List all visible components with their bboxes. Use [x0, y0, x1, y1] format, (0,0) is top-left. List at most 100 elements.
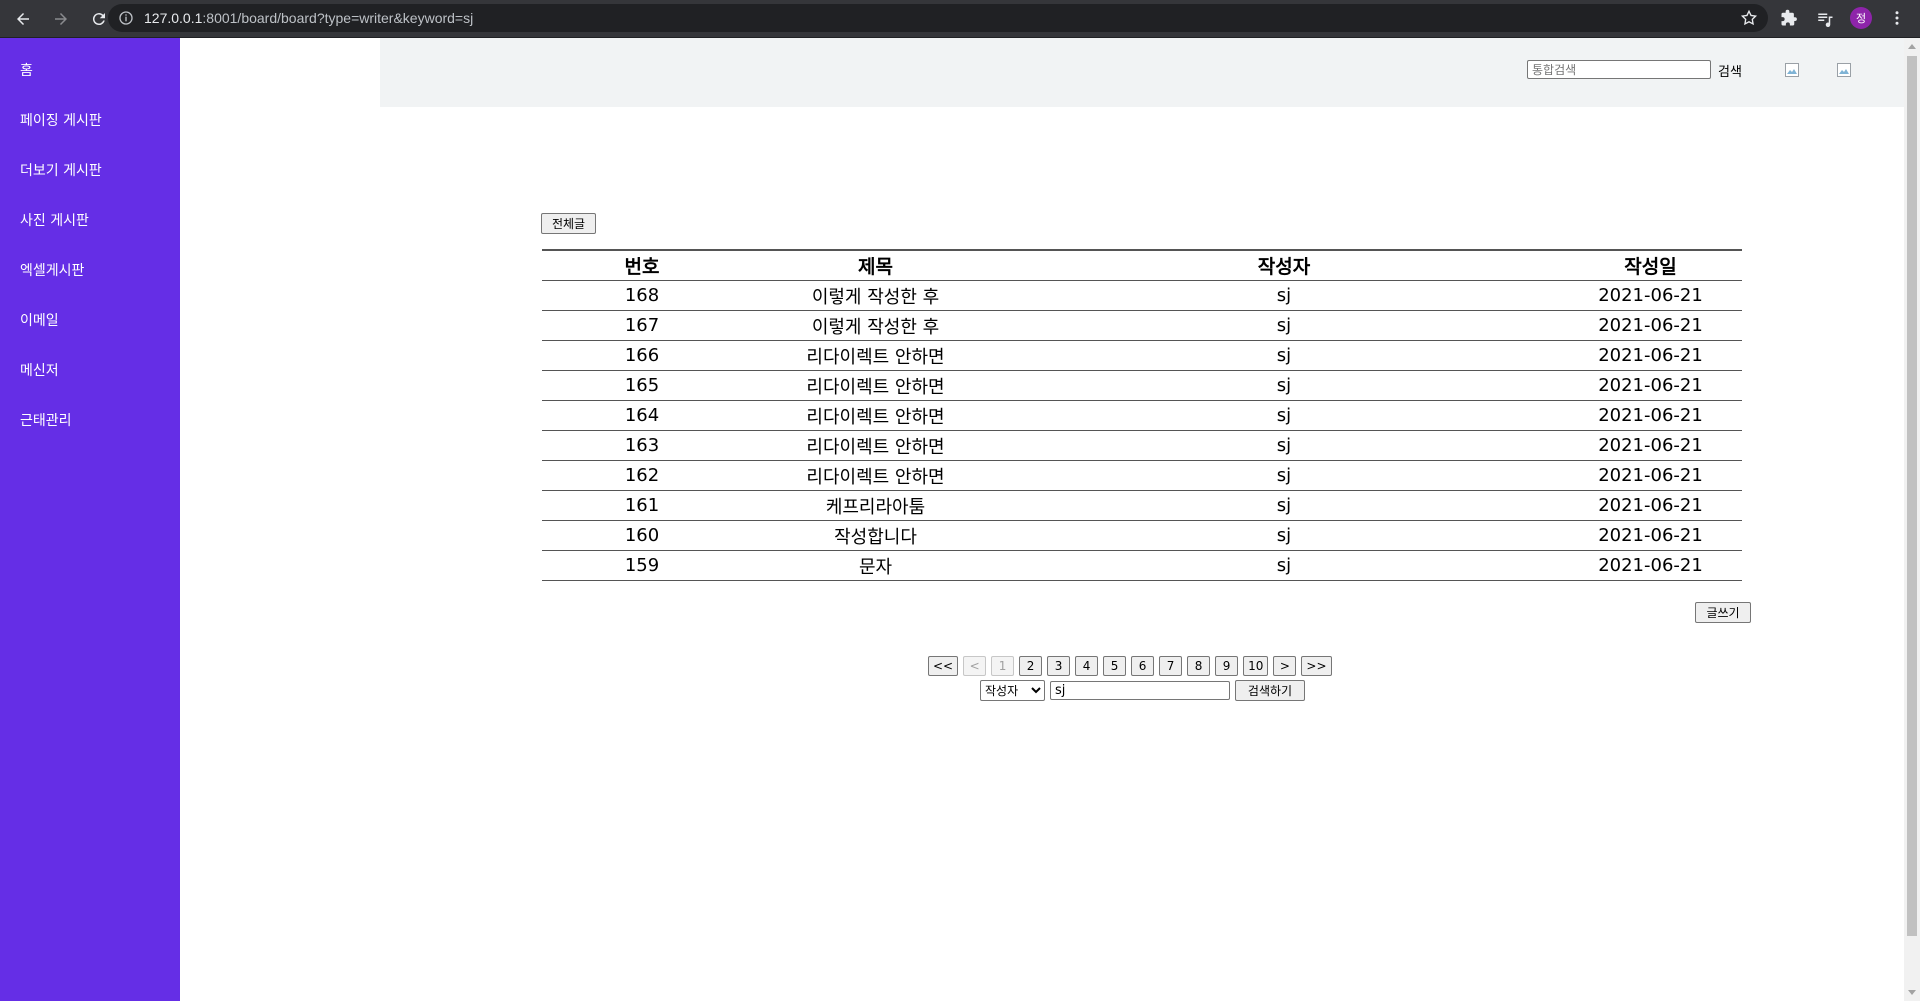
- sidebar-item-photo-board[interactable]: 사진 게시판: [20, 210, 89, 230]
- url-text[interactable]: 127.0.0.1:8001/board/board?type=writer&k…: [144, 10, 473, 26]
- scroll-down-arrow-icon[interactable]: [1908, 990, 1916, 995]
- post-title[interactable]: 작성합니다: [742, 520, 1009, 551]
- page-scrollbar[interactable]: [1904, 38, 1920, 1001]
- table-row: 164 리다이렉트 안하면 sj 2021-06-21: [542, 400, 1742, 431]
- broken-image-icon[interactable]: [1837, 63, 1851, 77]
- search-keyword-input[interactable]: [1050, 681, 1230, 700]
- post-date: 2021-06-21: [1559, 520, 1742, 551]
- post-title[interactable]: 케프리라아툼: [742, 490, 1009, 521]
- sidebar-item-more-board[interactable]: 더보기 게시판: [20, 160, 102, 180]
- pagination: << < 1 2 3 4 5 6 7 8 9 10 > >>: [928, 656, 1332, 676]
- board-table: 번호 제목 작성자 작성일 168 이렇게 작성한 후 sj 2021-06-21 1…: [542, 249, 1742, 581]
- next-page-button[interactable]: >: [1273, 656, 1297, 676]
- post-number: 167: [542, 310, 742, 341]
- write-post-button[interactable]: 글쓰기: [1695, 602, 1751, 623]
- scrollbar-thumb[interactable]: [1907, 56, 1917, 936]
- post-writer: sj: [1009, 280, 1559, 311]
- prev-page-button[interactable]: <: [963, 656, 987, 676]
- post-title[interactable]: 리다이렉트 안하면: [742, 400, 1009, 431]
- post-number: 159: [542, 550, 742, 581]
- post-writer: sj: [1009, 340, 1559, 371]
- last-page-button[interactable]: >>: [1301, 656, 1332, 676]
- post-writer: sj: [1009, 310, 1559, 341]
- post-writer: sj: [1009, 400, 1559, 431]
- page-button-10[interactable]: 10: [1243, 656, 1269, 676]
- page-button-9[interactable]: 9: [1215, 656, 1239, 676]
- search-type-select[interactable]: 작성자: [980, 680, 1045, 701]
- post-date: 2021-06-21: [1559, 370, 1742, 401]
- sidebar: 홈 페이징 게시판 더보기 게시판 사진 게시판 엑셀게시판 이메일 메신저 근…: [0, 38, 180, 1001]
- column-header-title: 제목: [742, 250, 1009, 281]
- global-search-button[interactable]: 검색: [1718, 61, 1742, 80]
- table-row: 160 작성합니다 sj 2021-06-21: [542, 520, 1742, 551]
- table-row: 165 리다이렉트 안하면 sj 2021-06-21: [542, 370, 1742, 401]
- profile-avatar[interactable]: 정: [1846, 4, 1876, 32]
- post-number: 168: [542, 280, 742, 311]
- broken-image-icon[interactable]: [1785, 63, 1799, 77]
- extensions-puzzle-icon[interactable]: [1774, 4, 1804, 32]
- table-row: 168 이렇게 작성한 후 sj 2021-06-21: [542, 280, 1742, 311]
- column-header-date: 작성일: [1559, 250, 1742, 281]
- post-number: 161: [542, 490, 742, 521]
- post-date: 2021-06-21: [1559, 550, 1742, 581]
- info-icon[interactable]: [118, 10, 134, 26]
- post-date: 2021-06-21: [1559, 400, 1742, 431]
- sidebar-item-attendance[interactable]: 근태관리: [20, 410, 72, 430]
- page-button-8[interactable]: 8: [1187, 656, 1211, 676]
- post-writer: sj: [1009, 460, 1559, 491]
- sidebar-item-home[interactable]: 홈: [20, 60, 33, 80]
- post-title[interactable]: 리다이렉트 안하면: [742, 430, 1009, 461]
- column-header-number: 번호: [542, 250, 742, 281]
- page-button-6[interactable]: 6: [1131, 656, 1155, 676]
- post-number: 160: [542, 520, 742, 551]
- back-icon[interactable]: [8, 4, 38, 34]
- first-page-button[interactable]: <<: [928, 656, 959, 676]
- post-writer: sj: [1009, 490, 1559, 521]
- page-button-7[interactable]: 7: [1159, 656, 1183, 676]
- post-title[interactable]: 리다이렉트 안하면: [742, 340, 1009, 371]
- post-title[interactable]: 이렇게 작성한 후: [742, 280, 1009, 311]
- url-path: :8001/board/board?type=writer&keyword=sj: [202, 10, 474, 26]
- table-row: 162 리다이렉트 안하면 sj 2021-06-21: [542, 460, 1742, 491]
- post-writer: sj: [1009, 430, 1559, 461]
- all-posts-button[interactable]: 전체글: [541, 213, 596, 234]
- post-number: 165: [542, 370, 742, 401]
- avatar: 정: [1850, 7, 1872, 29]
- page-button-3[interactable]: 3: [1047, 656, 1071, 676]
- post-number: 166: [542, 340, 742, 371]
- table-row: 167 이렇게 작성한 후 sj 2021-06-21: [542, 310, 1742, 341]
- post-title[interactable]: 리다이렉트 안하면: [742, 460, 1009, 491]
- post-title[interactable]: 문자: [742, 550, 1009, 581]
- menu-kebab-icon[interactable]: [1882, 4, 1912, 32]
- post-number: 163: [542, 430, 742, 461]
- post-date: 2021-06-21: [1559, 310, 1742, 341]
- scroll-up-arrow-icon[interactable]: [1908, 44, 1916, 49]
- table-row: 159 문자 sj 2021-06-21: [542, 550, 1742, 581]
- bookmark-star-icon[interactable]: [1740, 9, 1758, 27]
- sidebar-item-excel-board[interactable]: 엑셀게시판: [20, 260, 84, 280]
- post-writer: sj: [1009, 520, 1559, 551]
- post-number: 162: [542, 460, 742, 491]
- sidebar-item-email[interactable]: 이메일: [20, 310, 59, 330]
- sidebar-item-paging-board[interactable]: 페이징 게시판: [20, 110, 102, 130]
- table-row: 163 리다이렉트 안하면 sj 2021-06-21: [542, 430, 1742, 461]
- board-search-button[interactable]: 검색하기: [1235, 680, 1305, 701]
- address-bar[interactable]: 127.0.0.1:8001/board/board?type=writer&k…: [108, 4, 1768, 32]
- sidebar-item-messenger[interactable]: 메신저: [20, 360, 59, 380]
- global-search-input[interactable]: [1527, 60, 1711, 79]
- forward-icon[interactable]: [46, 4, 76, 34]
- post-date: 2021-06-21: [1559, 490, 1742, 521]
- table-row: 161 케프리라아툼 sj 2021-06-21: [542, 490, 1742, 521]
- page-button-4[interactable]: 4: [1075, 656, 1099, 676]
- page-button-2[interactable]: 2: [1019, 656, 1043, 676]
- column-header-writer: 작성자: [1009, 250, 1559, 281]
- post-title[interactable]: 리다이렉트 안하면: [742, 370, 1009, 401]
- page-button-5[interactable]: 5: [1103, 656, 1127, 676]
- reading-list-icon[interactable]: [1810, 4, 1840, 32]
- post-date: 2021-06-21: [1559, 280, 1742, 311]
- page-button-1[interactable]: 1: [991, 656, 1015, 676]
- post-title[interactable]: 이렇게 작성한 후: [742, 310, 1009, 341]
- post-writer: sj: [1009, 370, 1559, 401]
- url-host: 127.0.0.1: [144, 10, 203, 26]
- table-row: 166 리다이렉트 안하면 sj 2021-06-21: [542, 340, 1742, 371]
